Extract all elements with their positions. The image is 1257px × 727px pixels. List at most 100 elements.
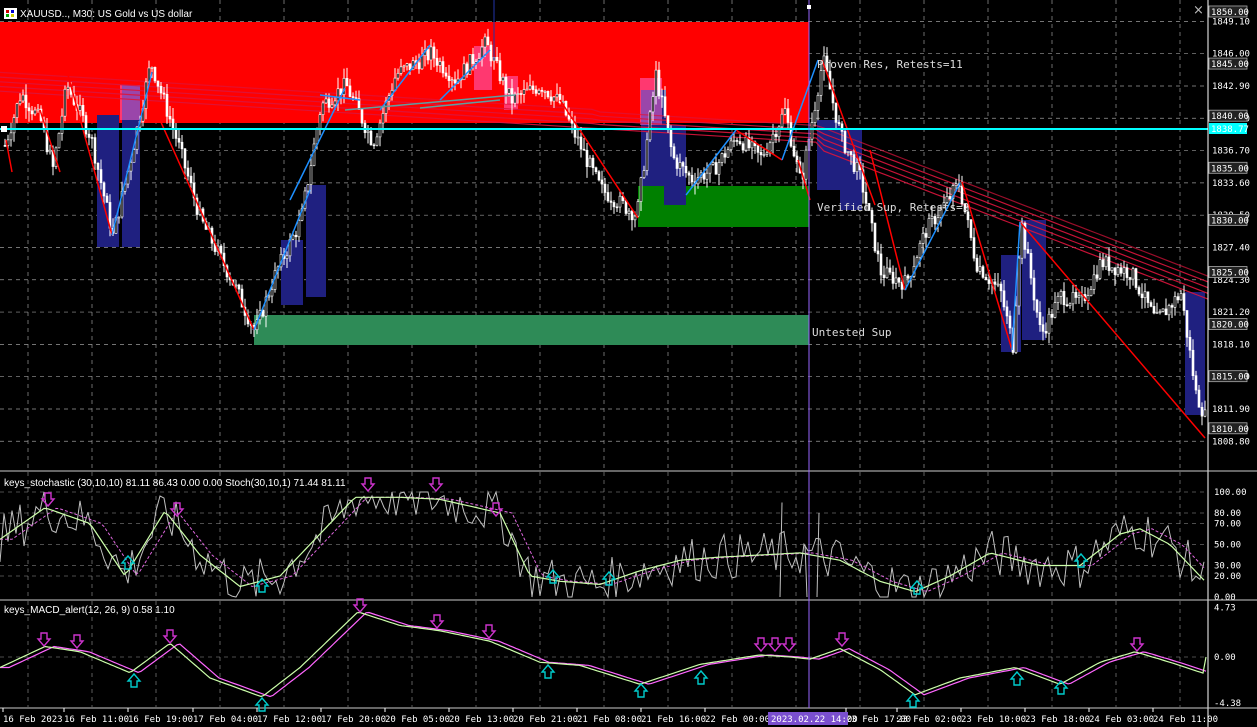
candle-body xyxy=(441,61,445,74)
candle-body xyxy=(552,96,556,102)
candle-body xyxy=(1107,256,1111,271)
price-tick-label: 1818.10 xyxy=(1212,340,1250,350)
untested-support-zone xyxy=(254,315,809,345)
candle-body xyxy=(1089,289,1093,296)
candle-body xyxy=(177,138,181,143)
candle-body xyxy=(639,177,643,202)
candle-body xyxy=(1113,267,1117,275)
resistance-zone-label: Proven Res, Retests=11 xyxy=(817,58,963,71)
candle-body xyxy=(1125,267,1129,278)
candle-body xyxy=(921,233,925,244)
candle-body xyxy=(678,162,682,169)
candle-body xyxy=(1149,302,1153,307)
candle-body xyxy=(186,167,190,177)
candle-body xyxy=(609,200,613,203)
candle-body xyxy=(324,98,328,104)
level-price-tag: 1810.00 xyxy=(1208,422,1249,435)
time-axis-label: 17 Feb 20:00 xyxy=(321,715,386,725)
candle-body xyxy=(1161,308,1165,312)
price-tick-label: 1836.70 xyxy=(1212,147,1250,157)
candle-body xyxy=(654,69,658,97)
candle-body xyxy=(615,206,619,209)
candle-body xyxy=(849,151,853,155)
candle-body xyxy=(489,44,493,62)
candle-body xyxy=(918,243,922,258)
candle-body xyxy=(1194,375,1198,391)
candle-body xyxy=(354,97,358,99)
candle-body xyxy=(735,140,739,142)
level-price-tag: 1830.00 xyxy=(1208,213,1249,226)
candle-body xyxy=(660,95,664,98)
candle-body xyxy=(714,162,718,175)
candle-body xyxy=(1188,337,1192,351)
candle-body xyxy=(594,167,598,173)
candle-body xyxy=(750,141,754,149)
candle-body xyxy=(1026,249,1030,254)
candle-body xyxy=(537,89,541,94)
time-axis-label: 24 Feb 11:00 xyxy=(1153,715,1218,725)
candle-body xyxy=(501,76,505,82)
candle-body xyxy=(984,277,988,281)
candle-body xyxy=(318,114,322,130)
candle-body xyxy=(888,267,892,273)
candle-body xyxy=(429,46,433,61)
level-price-tag: 1835.00 xyxy=(1208,161,1249,174)
candle-body xyxy=(435,57,439,66)
candle-body xyxy=(690,174,694,183)
price-tick-label: 1849.10 xyxy=(1212,17,1250,27)
candle-body xyxy=(852,154,856,172)
price-tick-label: 1821.20 xyxy=(1212,308,1250,318)
candle-body xyxy=(1038,312,1042,325)
candle-body xyxy=(21,94,25,102)
candle-body xyxy=(813,110,817,123)
candle-body xyxy=(582,148,586,151)
candle-body xyxy=(975,257,979,272)
candle-body xyxy=(159,85,163,94)
candle-body xyxy=(732,140,736,142)
candle-body xyxy=(315,129,319,145)
candle-body xyxy=(930,216,934,219)
candle-body xyxy=(369,130,373,146)
candle-body xyxy=(648,111,652,141)
candle-body xyxy=(879,253,883,276)
candle-body xyxy=(669,128,673,148)
candle-body xyxy=(762,154,766,156)
candle-body xyxy=(855,162,859,172)
stoch-tick-label: 20.00 xyxy=(1214,572,1241,582)
candle-body xyxy=(33,109,37,115)
candle-body xyxy=(1152,306,1156,314)
candle-body xyxy=(60,115,64,134)
candle-body xyxy=(1053,302,1057,318)
svg-text:2023.02.22 14:00: 2023.02.22 14:00 xyxy=(771,715,858,725)
candle-body xyxy=(954,183,958,186)
candle-body xyxy=(522,89,526,95)
candle-body xyxy=(729,140,733,151)
candle-body xyxy=(687,172,691,176)
trading-chart[interactable]: Proven Res, Retests=11 Verified Sup, Ret… xyxy=(0,0,1257,727)
bar-highlight xyxy=(306,185,326,297)
current-price-handle[interactable] xyxy=(1,126,7,132)
candle-body xyxy=(129,162,133,172)
candle-body xyxy=(675,157,679,169)
candle-body xyxy=(792,145,796,157)
candle-body xyxy=(1164,308,1168,316)
close-icon[interactable]: × xyxy=(1193,3,1204,18)
cursor-handle-top[interactable] xyxy=(807,5,811,9)
candle-body xyxy=(402,65,406,68)
level-price-tag: 1825.00 xyxy=(1208,266,1249,278)
candle-body xyxy=(705,172,709,180)
candle-body xyxy=(405,63,409,67)
candle-body xyxy=(306,184,310,192)
candle-body xyxy=(525,88,529,91)
time-axis-label: 17 Feb 04:00 xyxy=(193,715,258,725)
candle-body xyxy=(438,61,442,66)
candle-body xyxy=(810,122,814,140)
candle-body xyxy=(876,250,880,255)
candle-body xyxy=(891,271,895,284)
candle-body xyxy=(84,115,88,135)
macd-title: keys_MACD_alert(12, 26, 9) 0.58 1.10 xyxy=(4,605,175,616)
candle-body xyxy=(948,196,952,199)
price-panel[interactable]: Proven Res, Retests=11 Verified Sup, Ret… xyxy=(0,0,1209,470)
candle-body xyxy=(330,104,334,108)
candle-body xyxy=(897,277,901,283)
